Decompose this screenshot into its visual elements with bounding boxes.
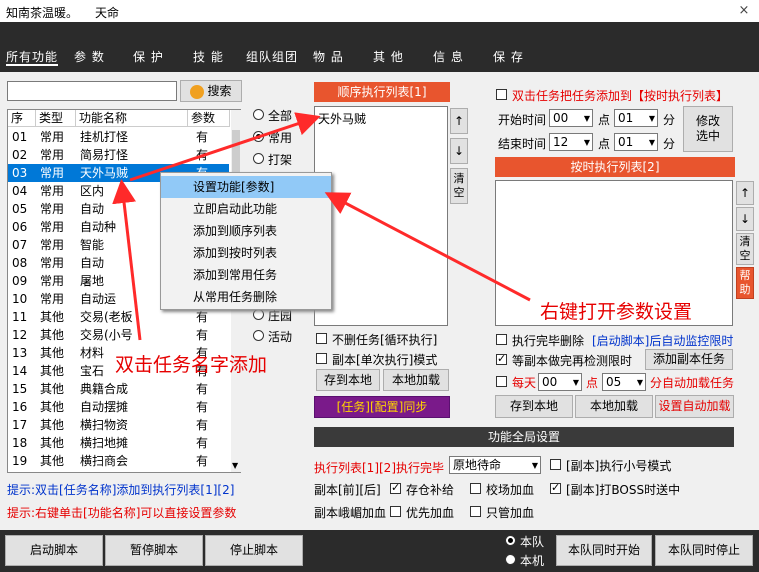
arrow-to-context: [324, 192, 531, 302]
annotation-right-click: 右键打开参数设置: [540, 301, 693, 323]
annotation-double-click: 双击任务名字添加: [115, 354, 268, 376]
annotation-arrows: [112, 112, 531, 341]
arrow-to-task: [112, 179, 142, 341]
arrow-to-seq-list: [129, 112, 321, 182]
